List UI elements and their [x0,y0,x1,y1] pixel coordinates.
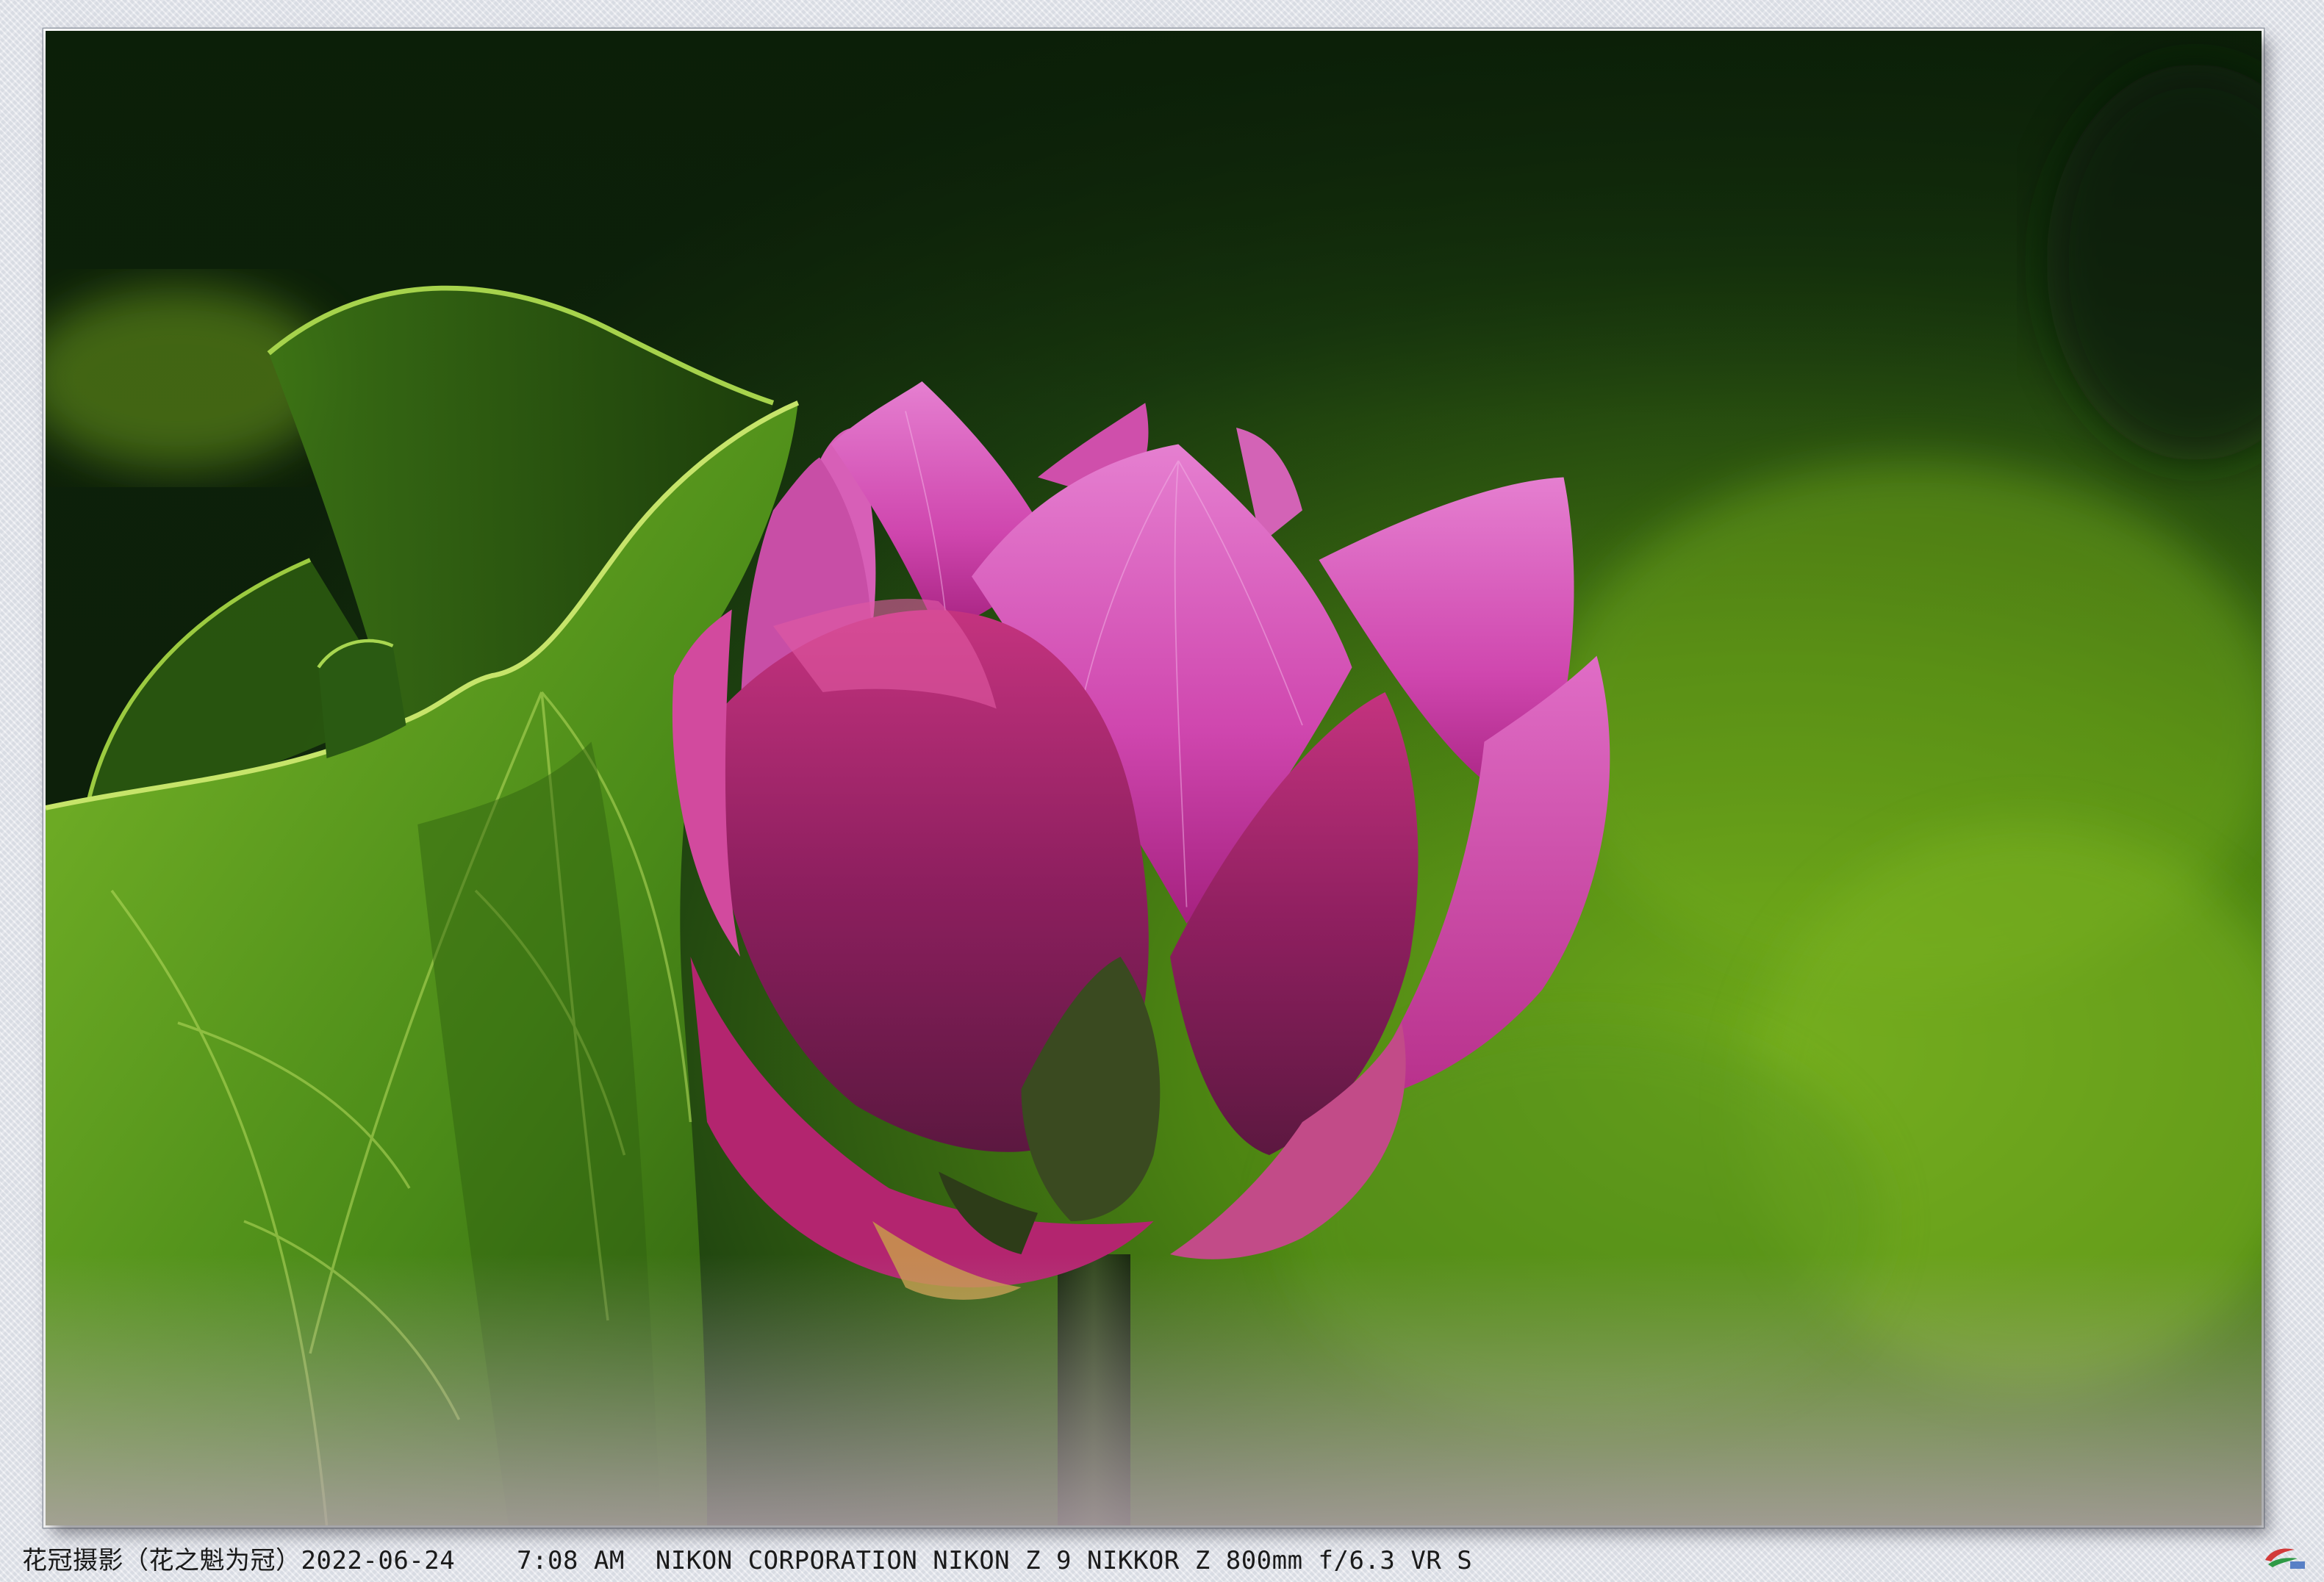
photo [46,31,2262,1525]
caption-time: 7:08 AM [517,1546,625,1575]
photo-caption: 花冠摄影（花之魁为冠）2022-06-24 7:08 AM NIKON CORP… [22,1542,1472,1580]
caption-camera: NIKON CORPORATION NIKON Z 9 NIKKOR Z 800… [655,1546,1473,1575]
site-logo-icon [2261,1542,2308,1572]
caption-date: 2022-06-24 [301,1546,456,1575]
caption-source: 花冠摄影（花之魁为冠） [22,1546,301,1575]
